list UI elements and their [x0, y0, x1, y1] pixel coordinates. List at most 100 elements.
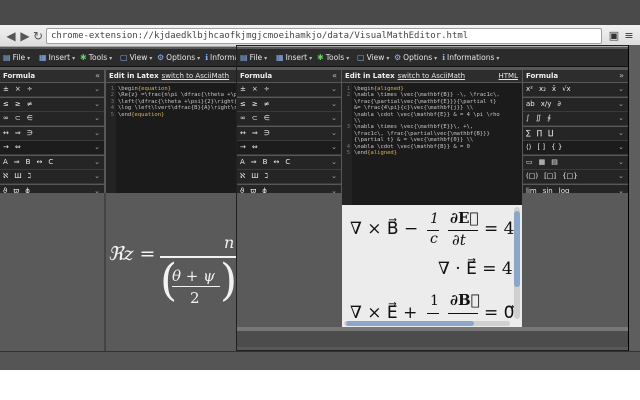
right-latex-editor[interactable]: 12345 \begin{aligned} \nabla \times \vec{… — [342, 83, 522, 205]
right-formula-symbol-row[interactable]: ∫ ∬ ∮ ⌄ — [523, 112, 628, 126]
vertical-scroll-thumb[interactable] — [514, 211, 520, 287]
chevron-down-icon[interactable]: ⌄ — [331, 156, 337, 169]
chevron-down-icon[interactable]: ⌄ — [618, 98, 624, 111]
symbol-button[interactable]: ∫ — [526, 112, 530, 125]
symbol-button[interactable]: C — [48, 156, 53, 169]
left-symbol-row[interactable]: ↔ ⇒ ∋ ⌄ — [0, 126, 104, 141]
symbol-button[interactable]: → — [3, 141, 9, 154]
symbol-button[interactable]: C — [285, 156, 290, 169]
view-menu[interactable]: ▢ View ▾ — [120, 51, 152, 66]
right-symbol-row[interactable]: ≤ ≥ ≠ ⌄ — [237, 97, 341, 112]
chevron-down-icon[interactable]: ⌄ — [331, 127, 337, 140]
symbol-button[interactable]: ∈ — [27, 112, 33, 125]
symbol-button[interactable]: ▦ — [539, 156, 546, 169]
preview-horizontal-scrollbar[interactable] — [344, 321, 510, 326]
right-symbol-row[interactable]: ℵ Ш ℷ ⌄ — [237, 170, 341, 184]
forward-icon[interactable]: ▶ — [18, 29, 32, 43]
left-symbol-row[interactable]: → ⇔ ⌄ — [0, 141, 104, 155]
right-formula-symbol-row[interactable]: x² x₂ x̄ √x ⌄ — [523, 83, 628, 97]
left-symbol-row[interactable]: ℵ Ш ℷ ⌄ — [0, 170, 104, 184]
chevron-down-icon[interactable]: ⌄ — [618, 83, 624, 96]
symbol-button[interactable]: ∑ — [526, 127, 531, 140]
collapse-icon[interactable]: » — [619, 70, 624, 82]
chevron-down-icon[interactable]: ⌄ — [331, 83, 337, 96]
symbol-button[interactable]: ≤ — [240, 98, 246, 111]
symbol-button[interactable]: ↔ — [36, 156, 42, 169]
informations-menu-2[interactable]: ℹ Informations ▾ — [442, 51, 499, 66]
chevron-down-icon[interactable]: ⌄ — [331, 170, 337, 183]
collapse-icon[interactable]: « — [332, 70, 337, 82]
symbol-button[interactable]: ≠ — [264, 98, 270, 111]
extension-icon[interactable]: ▣ — [607, 28, 621, 44]
right-formula-symbol-row[interactable]: ∑ ∏ ∐ ⌄ — [523, 126, 628, 141]
left-symbol-row[interactable]: ± × ÷ ⌄ — [0, 83, 104, 97]
chevron-down-icon[interactable]: ⌄ — [618, 127, 624, 140]
symbol-button[interactable]: ÷ — [27, 83, 33, 96]
symbol-button[interactable]: ⇒ — [252, 127, 258, 140]
symbol-button[interactable]: ⇒ — [15, 127, 21, 140]
symbol-button[interactable]: x₂ — [539, 83, 546, 96]
symbol-button[interactable]: ab — [526, 98, 535, 111]
chevron-down-icon[interactable]: ⌄ — [94, 170, 100, 183]
reload-icon[interactable]: ↻ — [31, 29, 45, 43]
symbol-button[interactable]: ≥ — [15, 98, 21, 111]
left-symbol-row[interactable]: ≤ ≥ ≠ ⌄ — [0, 97, 104, 112]
symbol-button[interactable]: ↔ — [3, 127, 9, 140]
symbol-button[interactable]: B — [263, 156, 268, 169]
symbol-button[interactable]: ∬ — [536, 112, 542, 125]
symbol-button[interactable]: Ш — [14, 170, 22, 183]
right-symbol-row[interactable]: → ⇔ ⌄ — [237, 141, 341, 155]
chevron-down-icon[interactable]: ⌄ — [331, 112, 337, 125]
options-menu-2[interactable]: ⚙ Options ▾ — [394, 51, 437, 66]
collapse-icon[interactable]: « — [95, 70, 100, 82]
tools-menu[interactable]: ✱ Tools ▾ — [80, 51, 112, 66]
symbol-button[interactable]: [□] — [544, 170, 556, 183]
right-formula-symbol-row[interactable]: ▭ ▦ ▤ ⌄ — [523, 155, 628, 170]
tools-menu-2[interactable]: ✱ Tools ▾ — [317, 51, 349, 66]
chevron-down-icon[interactable]: ⌄ — [94, 98, 100, 111]
symbol-button[interactable]: ⟨⟩ — [526, 141, 531, 154]
symbol-button[interactable]: [ ] — [537, 141, 545, 154]
symbol-button[interactable]: ∂ — [557, 98, 561, 111]
chevron-down-icon[interactable]: ⌄ — [94, 127, 100, 140]
symbol-button[interactable]: ∞ — [3, 112, 9, 125]
symbol-button[interactable]: ℷ — [265, 170, 268, 183]
symbol-button[interactable]: √x — [562, 83, 571, 96]
symbol-button[interactable]: → — [240, 141, 246, 154]
right-formula-symbol-row[interactable]: ab x/y ∂ ⌄ — [523, 97, 628, 112]
symbol-button[interactable]: ⇒ — [251, 156, 257, 169]
symbol-button[interactable]: B — [26, 156, 31, 169]
chevron-down-icon[interactable]: ⌄ — [618, 141, 624, 154]
options-menu[interactable]: ⚙ Options ▾ — [157, 51, 200, 66]
symbol-button[interactable]: ∏ — [537, 127, 542, 140]
symbol-button[interactable]: Ш — [251, 170, 259, 183]
preview-vertical-scrollbar[interactable] — [514, 207, 520, 319]
symbol-button[interactable]: ≥ — [252, 98, 258, 111]
symbol-button[interactable]: ▭ — [526, 156, 533, 169]
chevron-down-icon[interactable]: ⌄ — [331, 141, 337, 154]
symbol-button[interactable]: ⊂ — [252, 112, 258, 125]
chevron-down-icon[interactable]: ⌄ — [331, 98, 337, 111]
address-bar[interactable]: chrome-extension://kjdaedklbjhcaofkjmgjc… — [46, 28, 602, 44]
symbol-button[interactable]: ∐ — [548, 127, 553, 140]
symbol-button[interactable]: (□) — [526, 170, 538, 183]
chevron-down-icon[interactable]: ⌄ — [94, 156, 100, 169]
symbol-button[interactable]: ∈ — [264, 112, 270, 125]
left-symbol-row[interactable]: A ⇒ B ↔ C ⌄ — [0, 155, 104, 170]
symbol-button[interactable]: ▤ — [551, 156, 558, 169]
symbol-button[interactable]: × — [252, 83, 258, 96]
html-link[interactable]: HTML — [499, 70, 518, 82]
symbol-button[interactable]: ℵ — [240, 170, 245, 183]
symbol-button[interactable]: ⊂ — [15, 112, 21, 125]
symbol-button[interactable]: ÷ — [264, 83, 270, 96]
symbol-button[interactable]: ≤ — [3, 98, 9, 111]
chevron-down-icon[interactable]: ⌄ — [94, 112, 100, 125]
back-icon[interactable]: ◀ — [4, 29, 18, 43]
file-menu[interactable]: ▤ File ▾ — [3, 51, 30, 66]
symbol-button[interactable]: ⇔ — [252, 141, 258, 154]
right-symbol-row[interactable]: ↔ ⇒ ∋ ⌄ — [237, 126, 341, 141]
right-symbol-row[interactable]: ∞ ⊂ ∈ ⌄ — [237, 112, 341, 126]
insert-menu[interactable]: ▦ Insert ▾ — [39, 51, 75, 66]
file-menu-2[interactable]: ▤ File ▾ — [240, 51, 267, 66]
right-symbol-row[interactable]: A ⇒ B ↔ C ⌄ — [237, 155, 341, 170]
